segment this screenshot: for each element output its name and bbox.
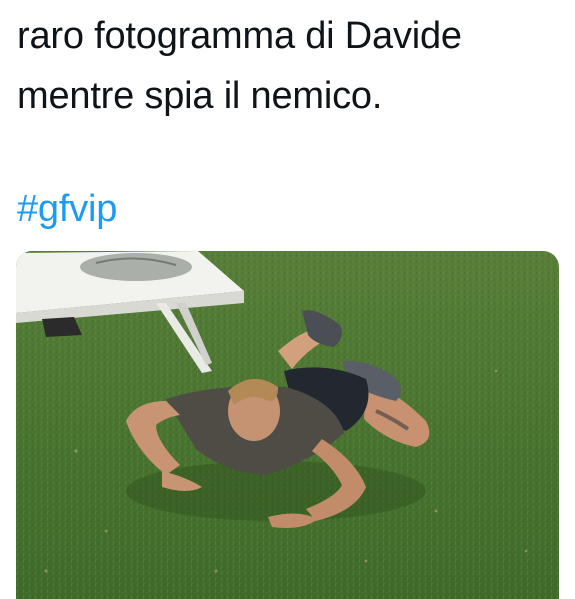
tweet-photo[interactable] [16,251,559,599]
tweet-text-line-2: mentre spia il nemico. [17,75,383,117]
tweet-text-line-1: raro fotogramma di Davide [17,15,462,57]
hashtag-link[interactable]: #gfvip [17,184,117,234]
photo-illustration [16,251,559,599]
tweet-text: raro fotogramma di Davide mentre spia il… [17,6,565,126]
